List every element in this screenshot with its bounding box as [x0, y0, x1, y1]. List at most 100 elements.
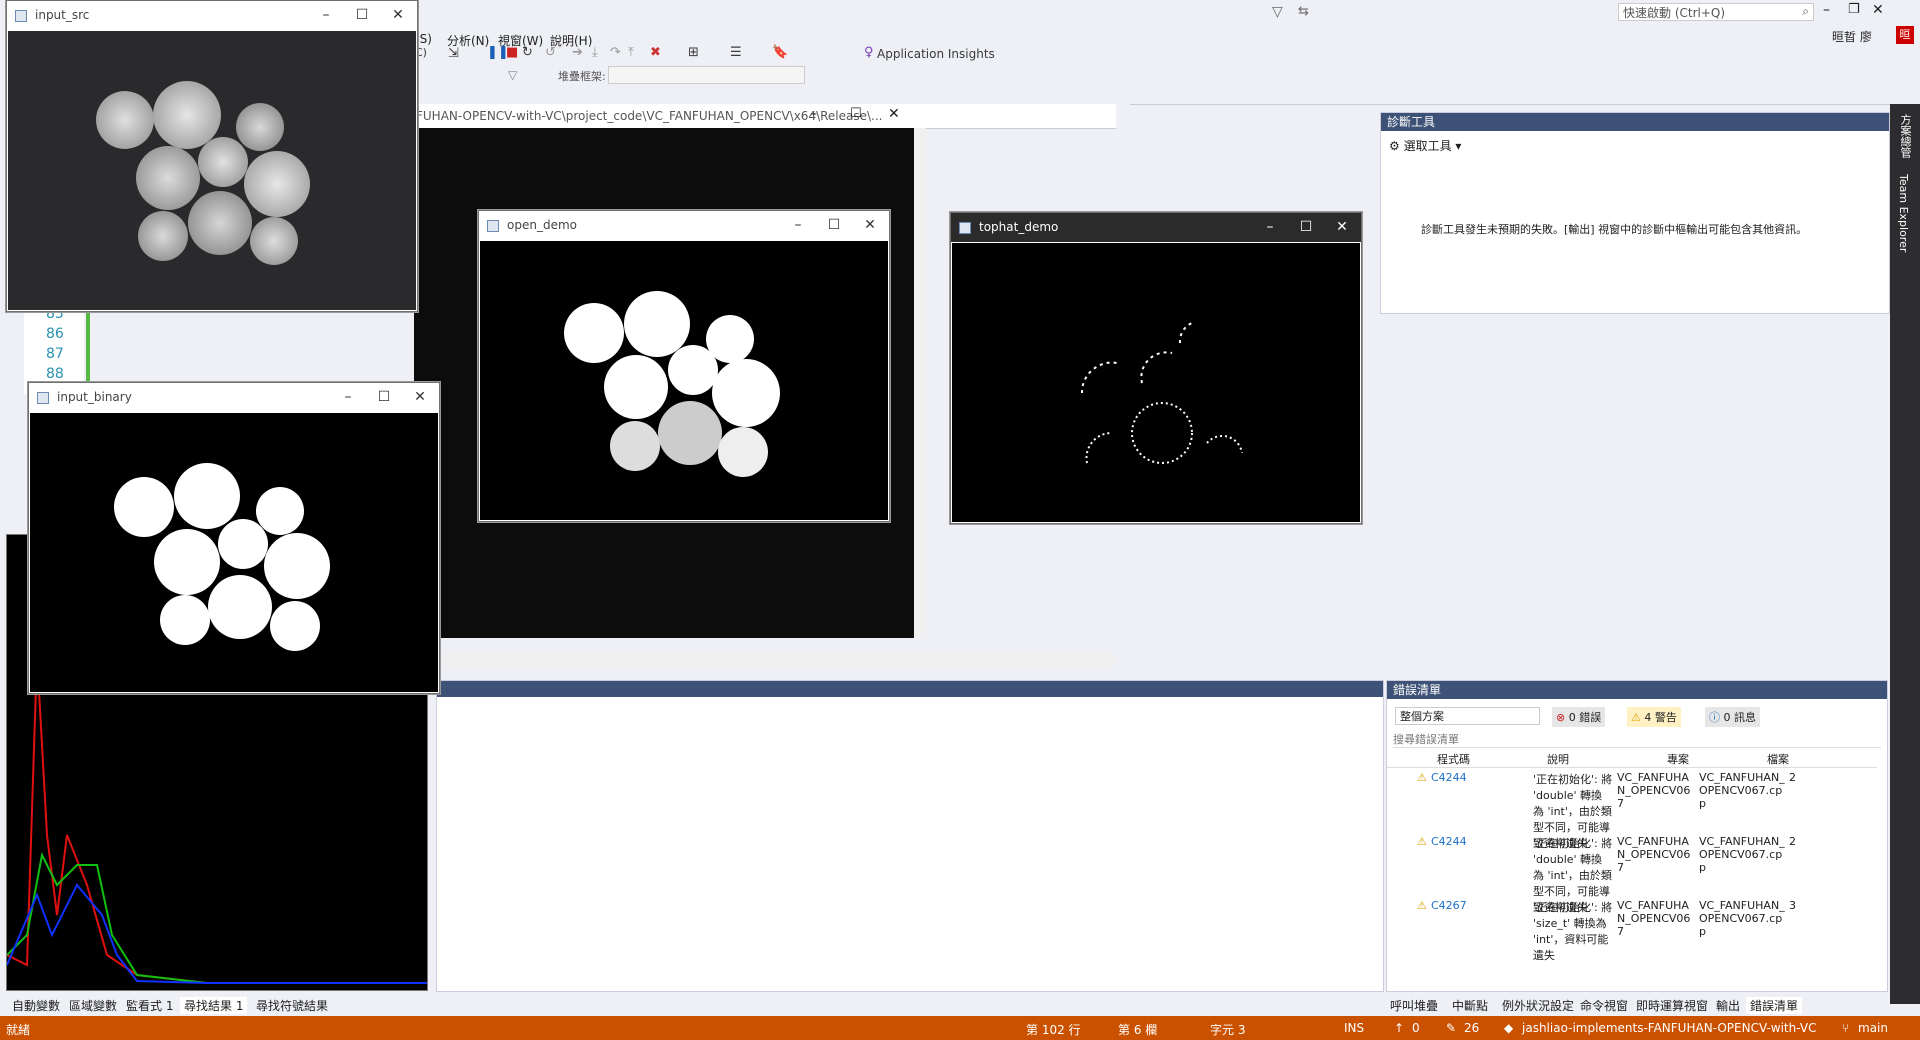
quick-launch-input[interactable]: 快速啟動 (Ctrl+Q) ⌕ — [1618, 3, 1814, 21]
filter-icon[interactable]: ▽ — [508, 68, 517, 82]
step-over-icon[interactable]: ↷ — [610, 45, 621, 60]
user-name[interactable]: 晅晢 廖 — [1832, 28, 1872, 45]
status-bar: 就緒 第 102 行 第 6 欄 字元 3 INS ↑ 0 ✎ 26 ◆ jas… — [0, 1016, 1920, 1040]
restart-icon[interactable]: ↻ — [522, 45, 533, 60]
breakpoint-icon[interactable]: ✖ — [650, 45, 661, 60]
coin — [658, 401, 722, 465]
status-edit-count[interactable]: 26 — [1464, 1021, 1479, 1035]
find-results-header — [437, 681, 1383, 697]
tab-find-symbol[interactable]: 尋找符號結果 — [252, 997, 332, 1014]
messages-filter-button[interactable]: ⓘ 0 訊息 — [1705, 707, 1760, 727]
avatar[interactable]: 晅 — [1896, 26, 1914, 44]
threads-icon[interactable]: ⊞ — [688, 45, 699, 60]
close-icon[interactable]: ✕ — [847, 211, 893, 240]
step-out-icon[interactable]: ⤒ — [628, 45, 634, 60]
coin — [264, 533, 330, 599]
tab-exception-settings[interactable]: 例外狀況設定 — [1498, 997, 1578, 1014]
step-into-icon[interactable]: ⤓ — [592, 45, 598, 60]
error-row[interactable]: ⚠ C4267 '正在初始化': 將 'size_t' 轉換為 'int'，資料可能… — [1387, 899, 1869, 962]
close-icon[interactable]: ✕ — [1319, 213, 1365, 242]
error-code[interactable]: C4267 — [1431, 899, 1467, 912]
team-explorer-tab[interactable]: Team Explorer — [1897, 174, 1910, 252]
error-line: 2 — [1789, 835, 1796, 848]
repo-icon: ◆ — [1504, 1021, 1514, 1035]
col-desc[interactable]: 說明 — [1547, 751, 1569, 767]
coin — [138, 211, 188, 261]
select-tools-button[interactable]: ⚙ 選取工具 ▾ — [1389, 137, 1461, 154]
feedback-icon[interactable]: ⇆ — [1298, 4, 1309, 19]
warnings-filter-button[interactable]: ⚠ 4 警告 — [1627, 707, 1681, 727]
open-demo-titlebar[interactable]: open_demo – ☐ ✕ — [479, 211, 889, 240]
stack-frame-label: 堆疊框架: — [558, 70, 606, 83]
diagnostic-tools-panel: 診斷工具 ⚙ 選取工具 ▾ 診斷工具發生未預期的失敗。[輸出] 視窗中的診斷中樞… — [1380, 112, 1890, 314]
status-repo[interactable]: jashliao-implements-FANFUHAN-OPENCV-with… — [1522, 1021, 1816, 1035]
input-binary-window[interactable]: input_binary – ☐ ✕ — [28, 382, 440, 694]
tophat-demo-titlebar[interactable]: tophat_demo – ☐ ✕ — [951, 213, 1361, 242]
show-next-statement-icon[interactable]: ➔ — [572, 45, 583, 60]
window-icon — [15, 10, 27, 22]
close-icon[interactable]: ✕ — [1872, 2, 1884, 18]
filter-icon[interactable]: ▽ — [1272, 4, 1283, 20]
tab-autos[interactable]: 自動變數 — [8, 997, 64, 1014]
input-src-title: input_src — [35, 8, 90, 22]
error-file: VC_FANFUHAN_OPENCV067.cpp — [1699, 771, 1785, 810]
minimize-icon[interactable]: – — [810, 106, 817, 122]
close-icon[interactable]: ✕ — [375, 1, 421, 30]
coin — [244, 151, 310, 217]
tab-locals[interactable]: 區域變數 — [65, 997, 121, 1014]
col-project[interactable]: 專案 — [1667, 751, 1689, 767]
error-code[interactable]: C4244 — [1431, 771, 1467, 784]
tophat-edges — [1080, 322, 1243, 464]
insights-icon[interactable]: ♀ — [864, 45, 874, 60]
coin — [718, 427, 768, 477]
error-code[interactable]: C4244 — [1431, 835, 1467, 848]
error-file: VC_FANFUHAN_OPENCV067.cpp — [1699, 835, 1785, 874]
align-icon[interactable]: ☰ — [730, 45, 742, 60]
close-icon[interactable]: ✕ — [397, 383, 443, 412]
error-search-input[interactable]: 搜尋錯誤清單 — [1393, 731, 1881, 748]
attach-icon[interactable]: ⇲ — [448, 46, 459, 61]
input-src-window[interactable]: input_src – ☐ ✕ — [6, 0, 418, 312]
error-list-panel: 錯誤清單 整個方案 ⊗ 0 錯誤 ⚠ 4 警告 ⓘ 0 訊息 搜尋錯誤清單 程式… — [1386, 680, 1888, 992]
scope-dropdown[interactable]: 整個方案 — [1395, 707, 1540, 725]
input-binary-titlebar[interactable]: input_binary – ☐ ✕ — [29, 383, 439, 412]
tab-find-results[interactable]: 尋找結果 1 — [180, 997, 248, 1014]
close-icon[interactable]: ✕ — [888, 106, 900, 122]
open-demo-window[interactable]: open_demo – ☐ ✕ — [478, 210, 890, 522]
tab-error-list[interactable]: 錯誤清單 — [1746, 997, 1803, 1014]
bookmark-icon[interactable]: 🔖 — [772, 45, 788, 60]
tab-breakpoints[interactable]: 中斷點 — [1448, 997, 1492, 1014]
tab-output[interactable]: 輸出 — [1712, 997, 1744, 1014]
status-branch[interactable]: main — [1858, 1021, 1888, 1035]
status-ins: INS — [1344, 1021, 1365, 1035]
console-scrollbar[interactable] — [914, 128, 926, 638]
coin — [610, 421, 660, 471]
restore-icon[interactable]: ❐ — [1848, 2, 1860, 17]
coin — [208, 575, 272, 639]
stop-icon[interactable]: ■ — [506, 45, 518, 60]
errors-filter-button[interactable]: ⊗ 0 錯誤 — [1552, 707, 1606, 727]
error-row[interactable]: ⚠ C4244 '正在初始化': 將 'double' 轉換為 'int'，由於類型… — [1387, 771, 1869, 850]
solution-explorer-tab[interactable]: 方案總管 — [1897, 114, 1913, 158]
tab-watch1[interactable]: 監看式 1 — [122, 997, 177, 1014]
col-file[interactable]: 檔案 — [1767, 751, 1789, 767]
minimize-icon[interactable]: – — [1823, 2, 1830, 18]
coin — [198, 137, 248, 187]
status-up-count[interactable]: 0 — [1412, 1021, 1420, 1035]
tab-command-window[interactable]: 命令視窗 — [1576, 997, 1632, 1014]
tab-immediate-window[interactable]: 即時運算視窗 — [1632, 997, 1712, 1014]
console-titlebar: FUHAN-OPENCV-with-VC\project_code\VC_FAN… — [414, 104, 1116, 129]
error-list-header: 程式碼 說明 專案 檔案 — [1387, 751, 1877, 768]
error-row[interactable]: ⚠ C4244 '正在初始化': 將 'double' 轉換為 'int'，由於類型… — [1387, 835, 1869, 914]
col-code[interactable]: 程式碼 — [1437, 751, 1470, 767]
editor-hscroll[interactable] — [414, 654, 1116, 666]
insights-label[interactable]: Application Insights — [877, 47, 995, 61]
coin — [154, 529, 220, 595]
hot-reload-icon[interactable]: ↺ — [545, 45, 556, 60]
error-project: VC_FANFUHAN_OPENCV067 — [1617, 771, 1691, 810]
tab-call-stack[interactable]: 呼叫堆疊 — [1386, 997, 1442, 1014]
maximize-icon[interactable]: ☐ — [850, 106, 862, 121]
stack-frame-dropdown[interactable] — [608, 66, 805, 84]
input-src-titlebar[interactable]: input_src – ☐ ✕ — [7, 1, 417, 30]
tophat-demo-window[interactable]: tophat_demo – ☐ ✕ — [950, 212, 1362, 524]
